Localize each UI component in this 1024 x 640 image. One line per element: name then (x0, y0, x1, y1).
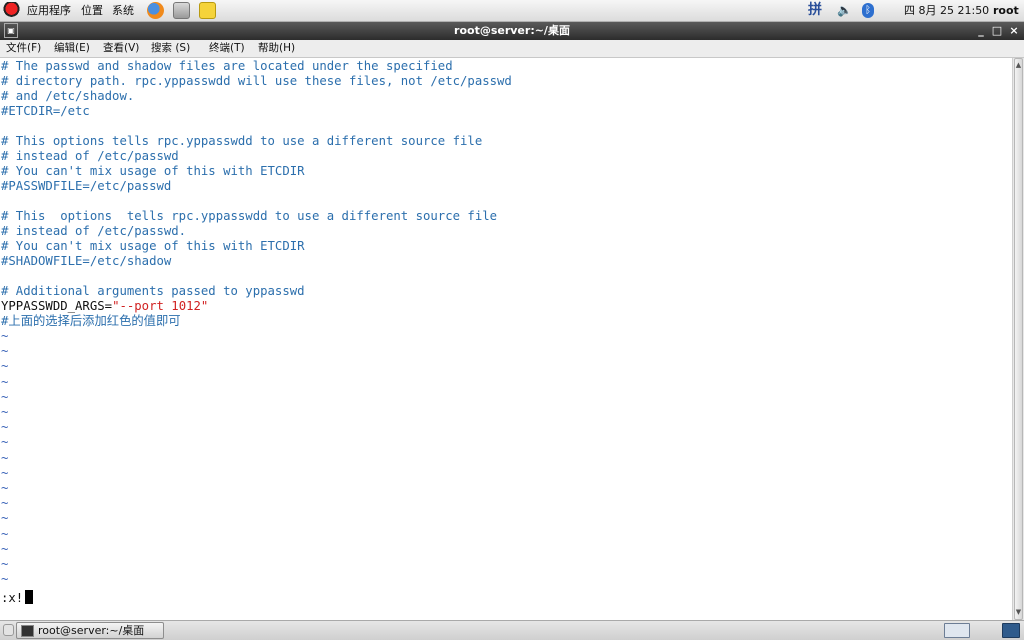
config-line: # directory path. rpc.yppasswdd will use… (1, 74, 512, 88)
config-line: # instead of /etc/passwd (1, 149, 179, 163)
args-key: YPPASSWDD_ARGS= (1, 299, 113, 313)
menu-bar: 文件(F) 编辑(E) 查看(V) 搜索 (S) 终端(T) 帮助(H) (0, 40, 1024, 58)
maximize-button[interactable]: □ (990, 23, 1004, 38)
minimize-button[interactable]: _ (974, 23, 988, 38)
mail-icon[interactable] (173, 2, 190, 19)
workspace-2-icon[interactable] (1002, 623, 1020, 638)
empty-line-tilde: ~ (1, 329, 9, 343)
empty-line-tilde: ~ (1, 359, 9, 374)
places-menu[interactable]: 位置 (81, 0, 103, 21)
scroll-down-icon[interactable]: ▼ (1013, 607, 1024, 617)
notes-icon[interactable] (199, 2, 216, 19)
redhat-logo-icon[interactable] (3, 2, 20, 19)
scrollbar-thumb[interactable] (1014, 58, 1023, 620)
terminal-icon (21, 625, 34, 637)
config-line: # The passwd and shadow files are locate… (1, 59, 453, 73)
show-desktop-icon[interactable] (3, 624, 14, 636)
taskbar-window-button[interactable]: root@server:~/桌面 (16, 622, 164, 639)
volume-icon[interactable]: 🔈 (837, 0, 852, 21)
config-line: #ETCDIR=/etc (1, 104, 90, 118)
window-title-bar[interactable]: ▣ root@server:~/桌面 _ □ × (0, 22, 1024, 40)
bottom-taskbar: root@server:~/桌面 (0, 620, 1024, 640)
config-line: # You can't mix usage of this with ETCDI… (1, 239, 305, 253)
taskbar-window-label: root@server:~/桌面 (38, 624, 145, 637)
config-line: # You can't mix usage of this with ETCDI… (1, 164, 305, 178)
empty-line-tilde: ~ (1, 511, 9, 526)
terminal-content[interactable]: # The passwd and shadow files are locate… (0, 58, 1012, 620)
empty-line-tilde: ~ (1, 572, 9, 587)
top-panel: 应用程序 位置 系统 拼 🔈 ᛒ 四 8月 25 21:50 root (0, 0, 1024, 22)
empty-line-tilde: ~ (1, 405, 9, 419)
user-menu[interactable]: root (993, 0, 1019, 21)
clock[interactable]: 四 8月 25 21:50 (904, 0, 989, 21)
empty-line-tilde: ~ (1, 420, 9, 435)
empty-line-tilde: ~ (1, 557, 9, 571)
config-line: # This options tells rpc.yppasswdd to us… (1, 134, 483, 148)
menu-search[interactable]: 搜索 (S) (151, 40, 190, 57)
config-line: # instead of /etc/passwd. (1, 224, 187, 238)
menu-help[interactable]: 帮助(H) (258, 40, 295, 57)
menu-file[interactable]: 文件(F) (6, 40, 41, 57)
close-button[interactable]: × (1007, 23, 1021, 38)
empty-line-tilde: ~ (1, 526, 9, 541)
config-line: #PASSWDFILE=/etc/passwd (1, 179, 172, 193)
command-line[interactable]: :x! (1, 590, 34, 605)
config-line: #SHADOWFILE=/etc/shadow (1, 254, 172, 268)
args-value: "--port 1012" (112, 299, 209, 313)
empty-line-tilde: ~ (1, 389, 9, 404)
config-line: # Additional arguments passed to yppassw… (1, 284, 305, 298)
empty-line-tilde: ~ (1, 541, 9, 556)
empty-line-tilde: ~ (1, 435, 9, 450)
menu-view[interactable]: 查看(V) (103, 40, 139, 57)
bluetooth-icon[interactable]: ᛒ (862, 3, 874, 18)
applications-menu[interactable]: 应用程序 (27, 0, 71, 21)
system-menu[interactable]: 系统 (112, 0, 134, 21)
firefox-icon[interactable] (147, 2, 164, 19)
args-line: YPPASSWDD_ARGS="--port 1012" (1, 299, 208, 314)
chinese-comment: #上面的选择后添加红色的值即可 (1, 314, 181, 328)
menu-edit[interactable]: 编辑(E) (54, 40, 90, 57)
menu-terminal[interactable]: 终端(T) (209, 40, 245, 57)
input-method-indicator[interactable]: 拼 (808, 0, 822, 21)
config-line: # This options tells rpc.yppasswdd to us… (1, 209, 498, 223)
empty-line-tilde: ~ (1, 481, 9, 495)
scroll-up-icon[interactable]: ▲ (1013, 60, 1024, 70)
empty-line-tilde: ~ (1, 450, 9, 465)
window-title: root@server:~/桌面 (454, 24, 570, 37)
empty-line-tilde: ~ (1, 344, 9, 359)
cursor (25, 590, 34, 604)
vertical-scrollbar[interactable]: ▲ ▼ (1012, 58, 1024, 620)
empty-line-tilde: ~ (1, 374, 9, 389)
command-text: :x! (1, 591, 24, 605)
empty-line-tilde: ~ (1, 465, 9, 480)
empty-line-tilde: ~ (1, 496, 9, 511)
config-line: # and /etc/shadow. (1, 89, 135, 103)
workspace-1-icon[interactable] (944, 623, 970, 638)
